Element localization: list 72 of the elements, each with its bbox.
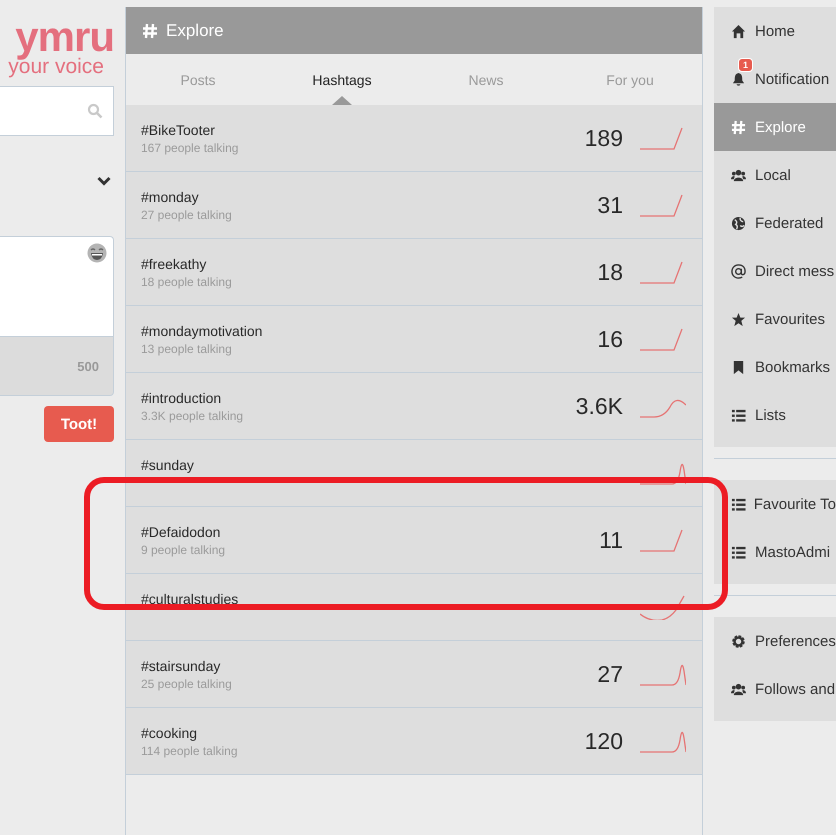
- people-talking-text: 114 people talking: [141, 744, 239, 758]
- hashtag-row[interactable]: #mondaymotivation 13 people talking 16: [126, 306, 702, 373]
- hashtag-row[interactable]: #monday 27 people talking 31: [126, 172, 702, 239]
- search-icon: [87, 103, 103, 119]
- navigation-link[interactable]: 1 Notification: [714, 55, 836, 103]
- navigation-link[interactable]: Preferences: [714, 617, 836, 665]
- hashtag-name: #cooking: [141, 724, 198, 740]
- hash-icon: [731, 120, 746, 134]
- navigation-link[interactable]: Favourite To: [714, 480, 836, 528]
- home-icon: [731, 24, 746, 38]
- character-counter: 500: [77, 358, 99, 374]
- hashtag-name: #freekathy: [141, 256, 208, 272]
- hashtag-row[interactable]: #freekathy 18 people talking 18: [126, 239, 702, 306]
- chevron-down-icon: [97, 176, 111, 186]
- usage-count: 11: [599, 526, 623, 554]
- usage-count: 120: [584, 728, 623, 754]
- hashtag-name: #BikeTooter: [141, 122, 216, 138]
- people-talking-text: 27 people talking: [141, 208, 233, 222]
- list-icon: [731, 408, 746, 422]
- usage-count: 189: [584, 124, 623, 152]
- laughing-emoji-icon: [87, 243, 107, 263]
- gear-icon: [731, 634, 746, 648]
- people-talking-text: 18 people talking: [141, 274, 233, 288]
- hashtag-row[interactable]: #stairsunday 25 people talking 27: [126, 641, 702, 708]
- usage-count: 18: [597, 258, 623, 286]
- navigation-link[interactable]: Favourites: [714, 295, 836, 343]
- hashtag-name: #monday: [141, 188, 200, 204]
- hashtag-row[interactable]: #sunday: [126, 440, 702, 507]
- hashtag-name: #introduction: [141, 390, 222, 406]
- hashtag-row[interactable]: #Defaidodon 9 people talking 11: [126, 507, 702, 574]
- people-icon: [731, 682, 746, 696]
- people-talking-text: 3.3K people talking: [141, 408, 244, 422]
- star-icon: [731, 312, 746, 326]
- hash-icon: [142, 22, 158, 38]
- hashtag-name: #Defaidodon: [141, 524, 222, 540]
- column-title: Explore: [166, 20, 224, 40]
- globe-icon: [731, 216, 746, 230]
- hashtag-row[interactable]: #BikeTooter 167 people talking 189: [126, 105, 702, 172]
- navigation-link[interactable]: Bookmarks: [714, 343, 836, 391]
- usage-count: 3.6K: [576, 392, 623, 420]
- bell-icon: [731, 72, 746, 86]
- usage-count: 27: [597, 660, 623, 688]
- hashtag-row[interactable]: #introduction 3.3K people talking 3.6K: [126, 373, 702, 440]
- bookmark-icon: [731, 360, 746, 374]
- list-icon: [731, 544, 746, 560]
- navigation-link[interactable]: Local: [714, 151, 836, 199]
- people-icon: [731, 168, 746, 182]
- people-talking-text: 9 people talking: [141, 542, 226, 556]
- search-field[interactable]: [0, 86, 114, 136]
- people-talking-text: 13 people talking: [141, 342, 233, 356]
- people-talking-text: 25 people talking: [141, 676, 233, 690]
- navigation-link[interactable]: Lists: [714, 391, 836, 439]
- hashtag-name: #stairsunday: [141, 658, 222, 674]
- navigation-link[interactable]: Direct mess: [714, 247, 836, 295]
- notification-badge: 1: [738, 58, 754, 72]
- at-sign-icon: [731, 264, 746, 278]
- usage-count: 16: [597, 326, 623, 352]
- navigation-link[interactable]: Federated: [714, 199, 836, 247]
- people-talking-text: 167 people talking: [141, 140, 240, 154]
- hashtag-name: #mondaymotivation: [141, 322, 264, 338]
- usage-count: 31: [597, 192, 623, 218]
- hashtag-row[interactable]: #cooking 114 people talking 120: [126, 708, 702, 775]
- toot-button[interactable]: Toot!: [44, 406, 114, 442]
- sparkline: [640, 594, 686, 620]
- navigation-link[interactable]: Follows and: [714, 665, 836, 713]
- navigation-link[interactable]: MastoAdmi: [714, 528, 836, 576]
- navigation-link[interactable]: Home: [714, 7, 836, 55]
- hashtag-name: #sunday: [141, 456, 195, 472]
- hashtag-name: #culturalstudies: [141, 590, 240, 606]
- compose-field[interactable]: [0, 236, 114, 336]
- list-icon: [731, 496, 746, 512]
- hashtag-row[interactable]: #culturalstudies: [126, 574, 702, 641]
